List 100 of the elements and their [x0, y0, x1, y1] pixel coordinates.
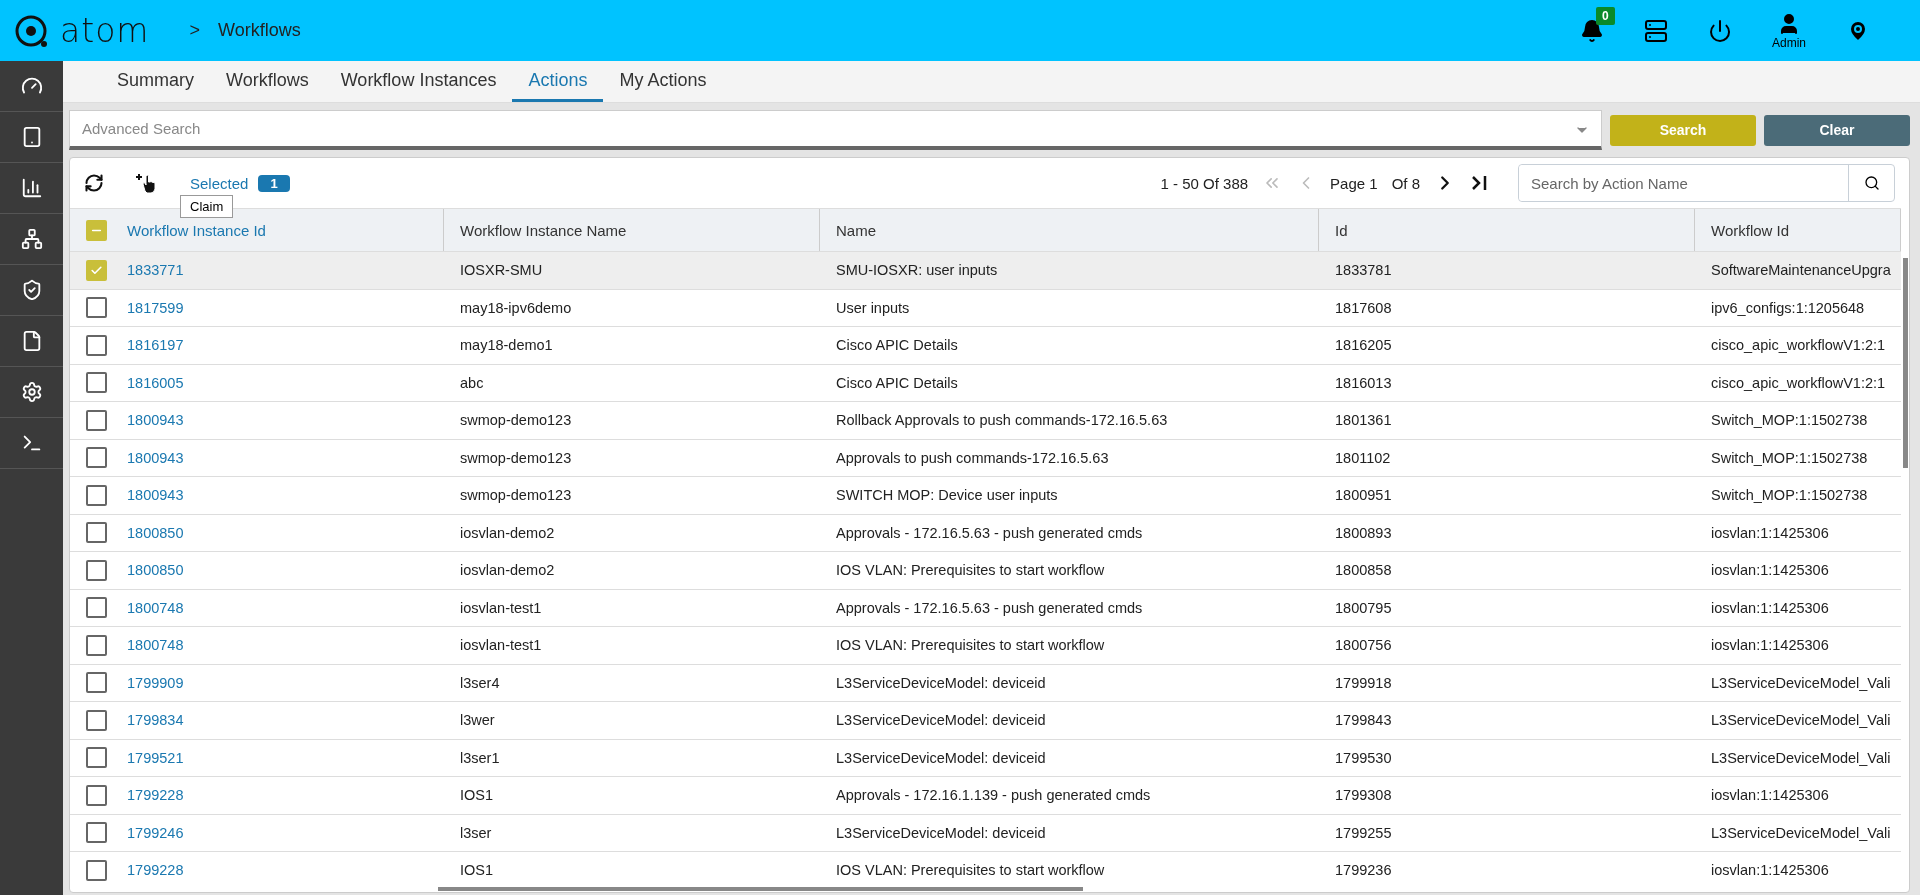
table-cell: 1799918: [1335, 674, 1392, 691]
table-cell: swmop-demo123: [460, 487, 572, 504]
instance-id-link[interactable]: 1800943: [127, 487, 184, 504]
table-cell: l3ser: [460, 824, 492, 841]
row-checkbox[interactable]: [85, 334, 107, 356]
tab[interactable]: Actions: [512, 61, 604, 102]
table-cell: may18-demo1: [460, 337, 553, 354]
server-list-icon[interactable]: [1644, 18, 1668, 43]
instance-id-link[interactable]: 1799228: [127, 787, 184, 804]
row-checkbox[interactable]: [85, 409, 107, 431]
tab[interactable]: Summary: [101, 61, 210, 102]
table-cell: Approvals - 172.16.5.63 - push generated cmds: [836, 599, 1143, 616]
row-checkbox[interactable]: [85, 522, 107, 544]
table-cell: iosvlan-test1: [460, 637, 542, 654]
instance-id-link[interactable]: 1799228: [127, 862, 184, 879]
breadcrumb: Workflows: [218, 20, 301, 41]
table-cell: iosvlan:1:1425306: [1711, 862, 1829, 879]
selected-link[interactable]: Selected: [190, 174, 249, 192]
table-cell: cisco_apic_workflowV1:2:1: [1711, 374, 1886, 391]
row-checkbox[interactable]: [85, 859, 107, 881]
power-icon[interactable]: [1708, 18, 1732, 43]
table-cell: iosvlan:1:1425306: [1711, 787, 1829, 804]
table-cell: 1799843: [1335, 712, 1392, 729]
table-cell: SMU-IOSXR: user inputs: [836, 262, 998, 279]
table-cell: ipv6_configs:1:1205648: [1711, 299, 1865, 316]
table-cell: Switch_MOP:1:1502738: [1711, 487, 1868, 504]
table-cell: SWITCH MOP: Device user inputs: [836, 487, 1058, 504]
advanced-search-field[interactable]: Advanced Search: [69, 110, 1602, 150]
column-header[interactable]: Workflow Instance Name: [444, 209, 820, 251]
row-checkbox[interactable]: [85, 259, 107, 281]
table-cell: 1816205: [1335, 337, 1392, 354]
table-cell: 1833781: [1335, 262, 1392, 279]
column-header[interactable]: Name: [820, 209, 1319, 251]
table-cell: iosvlan-demo2: [460, 524, 555, 541]
table-cell: IOS1: [460, 787, 494, 804]
row-checkbox[interactable]: [85, 634, 107, 656]
table-cell: Cisco APIC Details: [836, 374, 958, 391]
horizontal-scrollbar[interactable]: [438, 887, 1083, 891]
page-total: Of 8: [1391, 174, 1420, 192]
table-cell: User inputs: [836, 299, 910, 316]
table-row[interactable]: 1833771 IOSXR-SMU SMU-IOSXR: user inputs 1833781 SoftwareMaintenanceUpgra: [70, 252, 1901, 290]
tab[interactable]: My Actions: [603, 61, 723, 102]
table-cell: iosvlan-test1: [460, 599, 542, 616]
instance-id-link[interactable]: 1800943: [127, 449, 184, 466]
selected-count: 1: [258, 174, 290, 192]
table-cell: 1800951: [1335, 487, 1392, 504]
refresh-icon[interactable]: [84, 173, 104, 193]
row-checkbox[interactable]: [85, 784, 107, 806]
instance-id-link[interactable]: 1816197: [127, 337, 184, 354]
instance-id-link[interactable]: 1800850: [127, 524, 184, 541]
table-cell: 1799308: [1335, 787, 1392, 804]
table-cell: 1801361: [1335, 412, 1392, 429]
instance-id-link[interactable]: 1800943: [127, 412, 184, 429]
action-search-field[interactable]: Search by Action Name: [1518, 164, 1895, 202]
row-checkbox[interactable]: [85, 447, 107, 469]
instance-id-link[interactable]: 1799521: [127, 749, 184, 766]
row-checkbox[interactable]: [85, 822, 107, 844]
instance-id-link[interactable]: 1800850: [127, 562, 184, 579]
table-cell: 1799530: [1335, 749, 1392, 766]
clear-button[interactable]: Clear: [1764, 114, 1910, 146]
table-cell: Approvals to push commands-172.16.5.63: [836, 449, 1109, 466]
user-button[interactable]: Admin: [1772, 11, 1806, 50]
table-cell: 1801102: [1335, 449, 1391, 466]
table-cell: Switch_MOP:1:1502738: [1711, 449, 1868, 466]
instance-id-link[interactable]: 1817599: [127, 299, 184, 316]
row-checkbox[interactable]: [85, 297, 107, 319]
instance-id-link[interactable]: 1816005: [127, 374, 184, 391]
select-all-checkbox[interactable]: [85, 219, 107, 241]
row-checkbox[interactable]: [85, 559, 107, 581]
table-cell: L3ServiceDeviceModel: deviceid: [836, 712, 1046, 729]
table-cell: L3ServiceDeviceModel_Vali: [1711, 824, 1891, 841]
row-checkbox[interactable]: [85, 672, 107, 694]
notifications-bell-icon[interactable]: [1580, 18, 1604, 43]
row-checkbox[interactable]: [85, 372, 107, 394]
tab[interactable]: Workflows: [210, 61, 325, 102]
column-header[interactable]: Workflow Id: [1695, 209, 1901, 251]
table-cell: IOS VLAN: Prerequisites to start workflow: [836, 637, 1105, 654]
instance-id-link[interactable]: 1799909: [127, 674, 184, 691]
instance-id-link[interactable]: 1799834: [127, 712, 184, 729]
table-cell: 1800858: [1335, 562, 1392, 579]
table-cell: SoftwareMaintenanceUpgra: [1711, 262, 1891, 279]
table-cell: 1817608: [1335, 299, 1392, 316]
row-checkbox[interactable]: [85, 597, 107, 619]
tab[interactable]: Workflow Instances: [324, 61, 513, 102]
table-cell: L3ServiceDeviceModel_Vali: [1711, 749, 1891, 766]
table-cell: Cisco APIC Details: [836, 337, 958, 354]
instance-id-link[interactable]: 1800748: [127, 637, 184, 654]
table-cell: l3wer: [460, 712, 495, 729]
row-checkbox[interactable]: [85, 484, 107, 506]
column-header[interactable]: Id: [1319, 209, 1695, 251]
instance-id-link[interactable]: 1800748: [127, 599, 184, 616]
row-checkbox[interactable]: [85, 709, 107, 731]
table-cell: iosvlan:1:1425306: [1711, 562, 1829, 579]
vertical-scrollbar[interactable]: [1903, 258, 1908, 468]
claim-tooltip: Claim: [180, 195, 234, 218]
row-checkbox[interactable]: [85, 747, 107, 769]
table-cell: 1799255: [1335, 824, 1392, 841]
table-cell: l3ser1: [460, 749, 500, 766]
instance-id-link[interactable]: 1799246: [127, 824, 184, 841]
instance-id-link[interactable]: 1833771: [127, 262, 184, 279]
